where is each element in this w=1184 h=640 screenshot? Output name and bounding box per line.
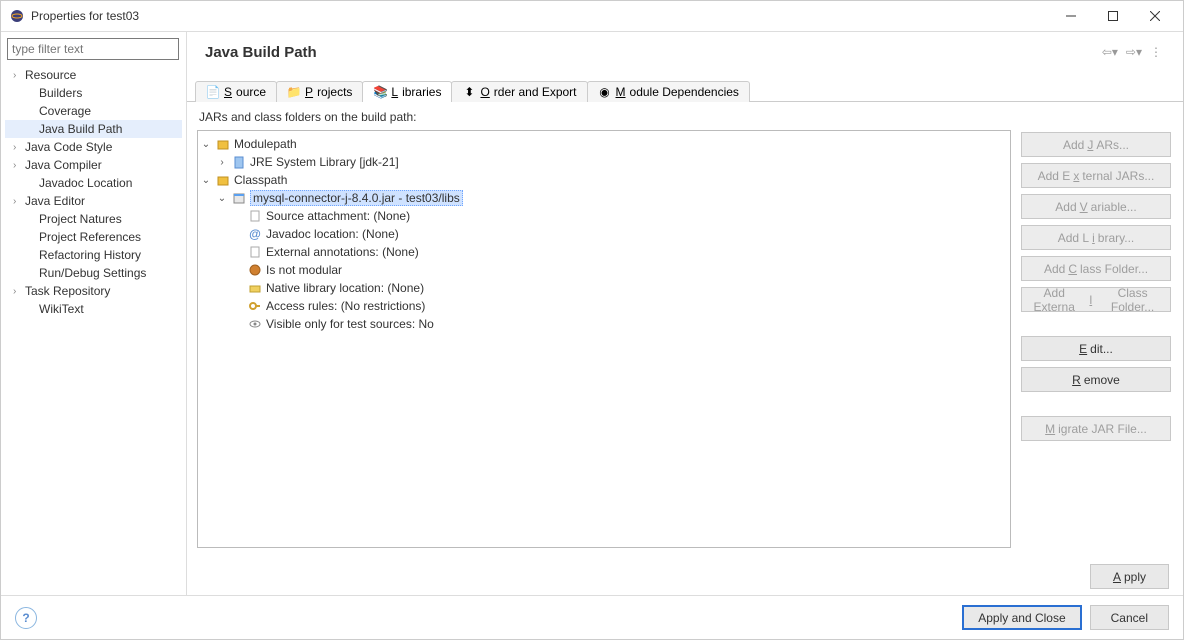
window-title: Properties for test03 — [31, 9, 1051, 23]
node-icon — [231, 154, 247, 170]
node-icon — [247, 244, 263, 260]
node-icon: @ — [247, 226, 263, 242]
sidebar-item[interactable]: ›Task Repository — [5, 282, 182, 300]
sidebar-item[interactable]: Builders — [5, 84, 182, 102]
edit-button[interactable]: Edit... — [1021, 336, 1171, 361]
add-jars-button[interactable]: Add JARs... — [1021, 132, 1171, 157]
tree-row[interactable]: Native library location: (None) — [200, 279, 1008, 297]
tree-row[interactable]: ⌄mysql-connector-j-8.4.0.jar - test03/li… — [200, 189, 1008, 207]
tab-icon: ◉ — [598, 85, 612, 99]
tab-projects[interactable]: 📁Projects — [276, 81, 363, 102]
tree-row[interactable]: Is not modular — [200, 261, 1008, 279]
tree-row[interactable]: ›JRE System Library [jdk-21] — [200, 153, 1008, 171]
node-icon — [247, 262, 263, 278]
category-sidebar: ›ResourceBuildersCoverageJava Build Path… — [1, 32, 187, 595]
sidebar-item[interactable]: ›Java Code Style — [5, 138, 182, 156]
apply-button[interactable]: Apply — [1090, 564, 1169, 589]
tab-libraries[interactable]: 📚Libraries — [362, 81, 452, 102]
node-icon — [247, 280, 263, 296]
category-tree[interactable]: ›ResourceBuildersCoverageJava Build Path… — [5, 66, 182, 589]
tree-row[interactable]: Source attachment: (None) — [200, 207, 1008, 225]
tree-row[interactable]: ⌄Modulepath — [200, 135, 1008, 153]
tree-row[interactable]: External annotations: (None) — [200, 243, 1008, 261]
sidebar-item[interactable]: Project Natures — [5, 210, 182, 228]
collapse-icon[interactable]: ⌄ — [200, 175, 212, 186]
tab-icon: 📄 — [206, 85, 220, 99]
add-external-class-folder-button[interactable]: Add External Class Folder... — [1021, 287, 1171, 312]
sidebar-item[interactable]: Refactoring History — [5, 246, 182, 264]
node-icon — [231, 190, 247, 206]
add-library-button[interactable]: Add Library... — [1021, 225, 1171, 250]
sidebar-item[interactable]: Java Build Path — [5, 120, 182, 138]
page-nav-icons: ⇦▾ ⇨▾ ⋮ — [1099, 43, 1165, 61]
sidebar-item[interactable]: ›Resource — [5, 66, 182, 84]
titlebar: Properties for test03 — [1, 1, 1183, 31]
tree-row[interactable]: ⌄Classpath — [200, 171, 1008, 189]
tree-row[interactable]: @Javadoc location: (None) — [200, 225, 1008, 243]
sidebar-item[interactable]: WikiText — [5, 300, 182, 318]
filter-input[interactable] — [7, 38, 179, 60]
expand-icon[interactable]: › — [216, 157, 228, 168]
migrate-button[interactable]: Migrate JAR File... — [1021, 416, 1171, 441]
add-variable-button[interactable]: Add Variable... — [1021, 194, 1171, 219]
page-title: Java Build Path — [205, 44, 1099, 61]
node-icon — [215, 136, 231, 152]
menu-icon[interactable]: ⋮ — [1147, 43, 1165, 61]
cancel-button[interactable]: Cancel — [1090, 605, 1169, 630]
remove-button[interactable]: Remove — [1021, 367, 1171, 392]
button-column: Add JARs... Add External JARs... Add Varia… — [1021, 110, 1171, 548]
close-button[interactable] — [1135, 2, 1175, 30]
add-class-folder-button[interactable]: Add Class Folder... — [1021, 256, 1171, 281]
forward-icon[interactable]: ⇨▾ — [1123, 43, 1145, 61]
tree-row[interactable]: Access rules: (No restrictions) — [200, 297, 1008, 315]
sidebar-item[interactable]: Run/Debug Settings — [5, 264, 182, 282]
sidebar-item[interactable]: Javadoc Location — [5, 174, 182, 192]
tab-source[interactable]: 📄Source — [195, 81, 277, 102]
tab-icon: 📚 — [373, 85, 387, 99]
sidebar-item[interactable]: Coverage — [5, 102, 182, 120]
eclipse-icon — [9, 8, 25, 24]
tab-icon: 📁 — [287, 85, 301, 99]
minimize-button[interactable] — [1051, 2, 1091, 30]
sidebar-item[interactable]: ›Java Compiler — [5, 156, 182, 174]
collapse-icon[interactable]: ⌄ — [200, 139, 212, 150]
sidebar-item[interactable]: Project References — [5, 228, 182, 246]
sidebar-item[interactable]: ›Java Editor — [5, 192, 182, 210]
list-caption: JARs and class folders on the build path… — [197, 110, 1011, 124]
node-icon — [247, 298, 263, 314]
tab-icon: ⬍ — [462, 85, 476, 99]
tree-row[interactable]: Visible only for test sources: No — [200, 315, 1008, 333]
collapse-icon[interactable]: ⌄ — [216, 193, 228, 204]
tab-order-and-export[interactable]: ⬍Order and Export — [451, 81, 587, 102]
apply-and-close-button[interactable]: Apply and Close — [962, 605, 1081, 630]
node-icon — [247, 316, 263, 332]
help-icon[interactable]: ? — [15, 607, 37, 629]
tab-module-dependencies[interactable]: ◉Module Dependencies — [587, 81, 750, 102]
back-icon[interactable]: ⇦▾ — [1099, 43, 1121, 61]
node-icon — [215, 172, 231, 188]
classpath-tree[interactable]: ⌄Modulepath›JRE System Library [jdk-21]⌄… — [197, 130, 1011, 548]
maximize-button[interactable] — [1093, 2, 1133, 30]
tab-bar: 📄Source📁Projects📚Libraries⬍Order and Exp… — [187, 76, 1183, 102]
node-icon — [247, 208, 263, 224]
add-external-jars-button[interactable]: Add External JARs... — [1021, 163, 1171, 188]
